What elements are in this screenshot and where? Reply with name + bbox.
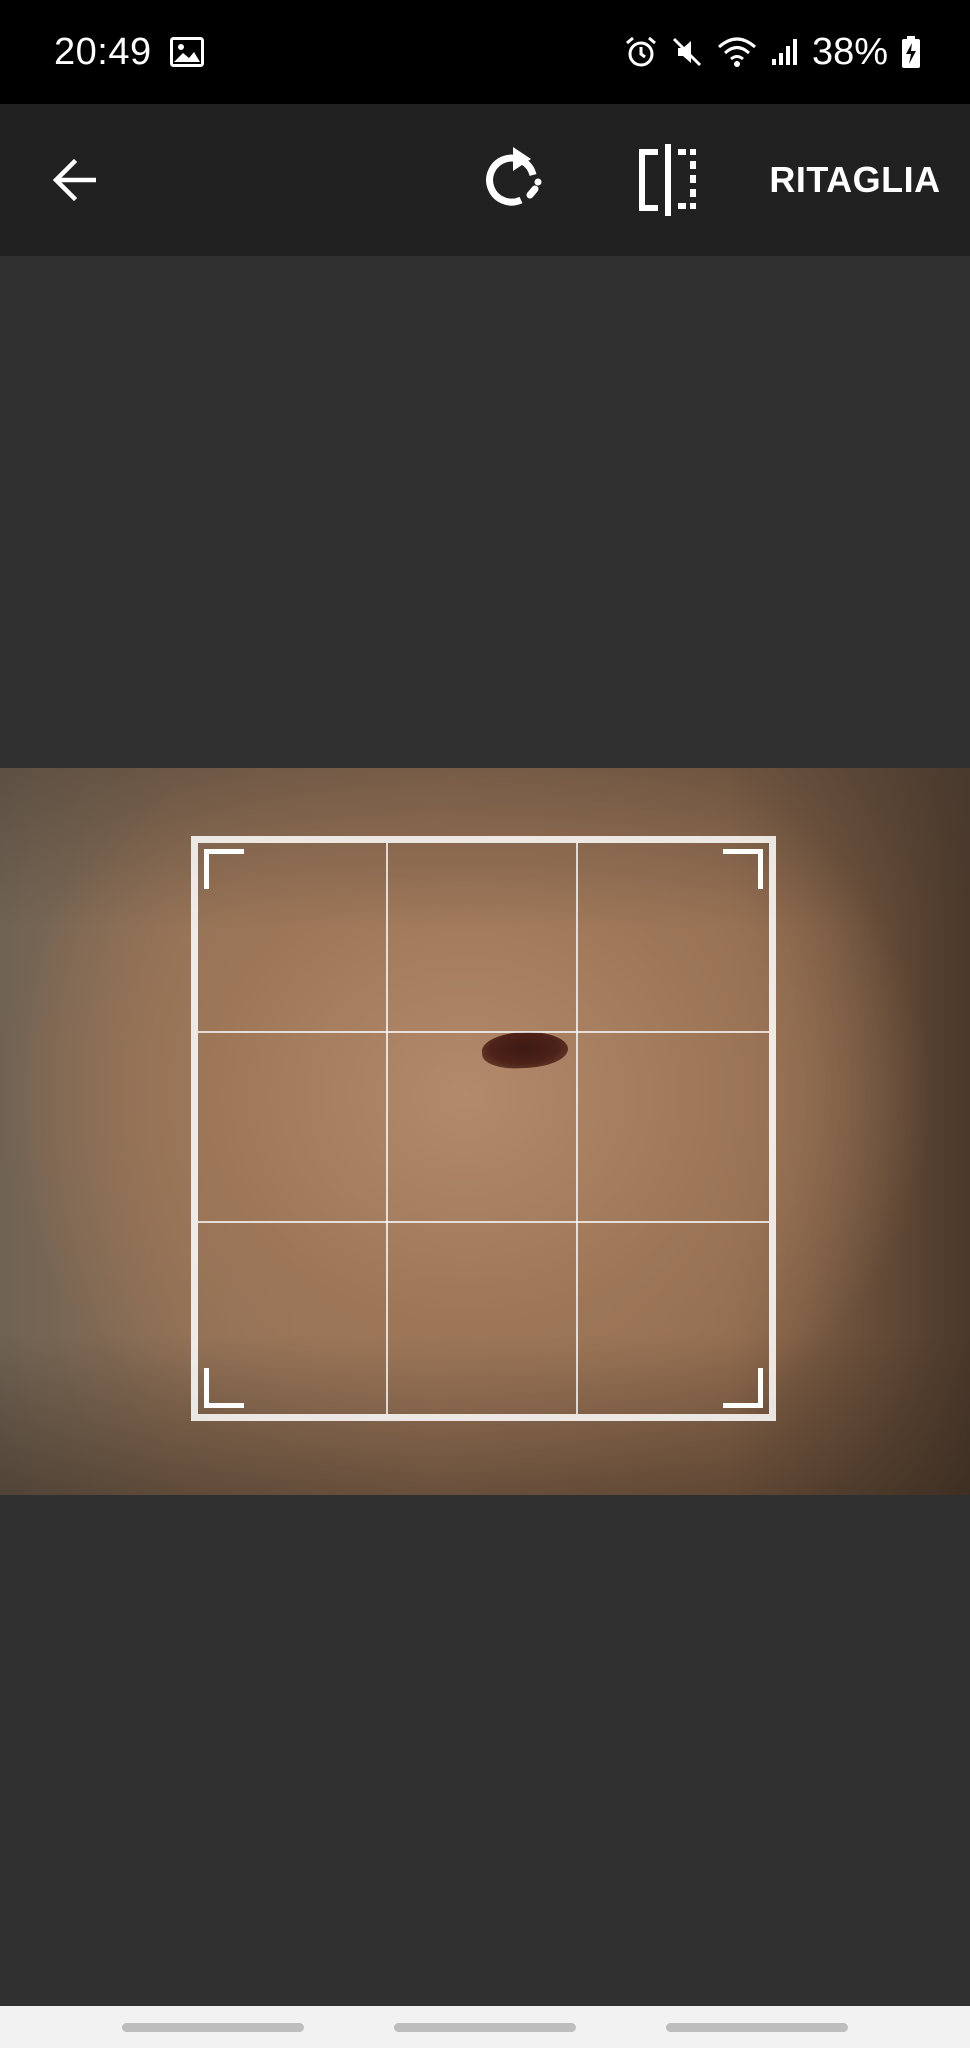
rotate-button[interactable] [476,140,556,220]
status-left: 20:49 [54,31,204,74]
grid-line-vertical-1 [386,843,388,1414]
status-time: 20:49 [54,30,152,73]
nav-recents-button[interactable] [122,2023,304,2032]
mute-icon [670,35,704,69]
status-right: 38% [624,31,922,74]
status-bar: 20:49 38% [0,0,970,104]
battery-percentage: 38% [811,30,888,73]
crop-handle-bottom-left[interactable] [204,1368,244,1408]
alarm-icon [624,35,658,69]
gallery-icon [169,37,204,67]
rotate-icon [486,147,542,206]
crop-handle-top-right[interactable] [723,849,763,889]
grid-line-horizontal-1 [198,1031,769,1033]
flip-icon [639,144,696,216]
crop-frame[interactable] [191,836,776,1421]
navigation-bar [0,2006,970,2048]
grid-line-horizontal-2 [198,1221,769,1223]
flip-button[interactable] [628,140,708,220]
crop-button[interactable]: RITAGLIA [760,152,950,208]
back-button[interactable] [42,148,108,212]
arrow-left-icon [52,158,96,202]
grid-line-vertical-2 [576,843,578,1414]
nav-home-button[interactable] [394,2023,576,2032]
crop-handle-bottom-right[interactable] [723,1368,763,1408]
crop-toolbar: RITAGLIA [0,104,970,256]
crop-screen: 20:49 38% RITAGLIA [0,0,970,2048]
signal-icon [770,37,800,67]
nav-back-button[interactable] [666,2023,848,2032]
battery-charging-icon [900,35,922,69]
wifi-icon [716,35,758,69]
crop-handle-top-left[interactable] [204,849,244,889]
